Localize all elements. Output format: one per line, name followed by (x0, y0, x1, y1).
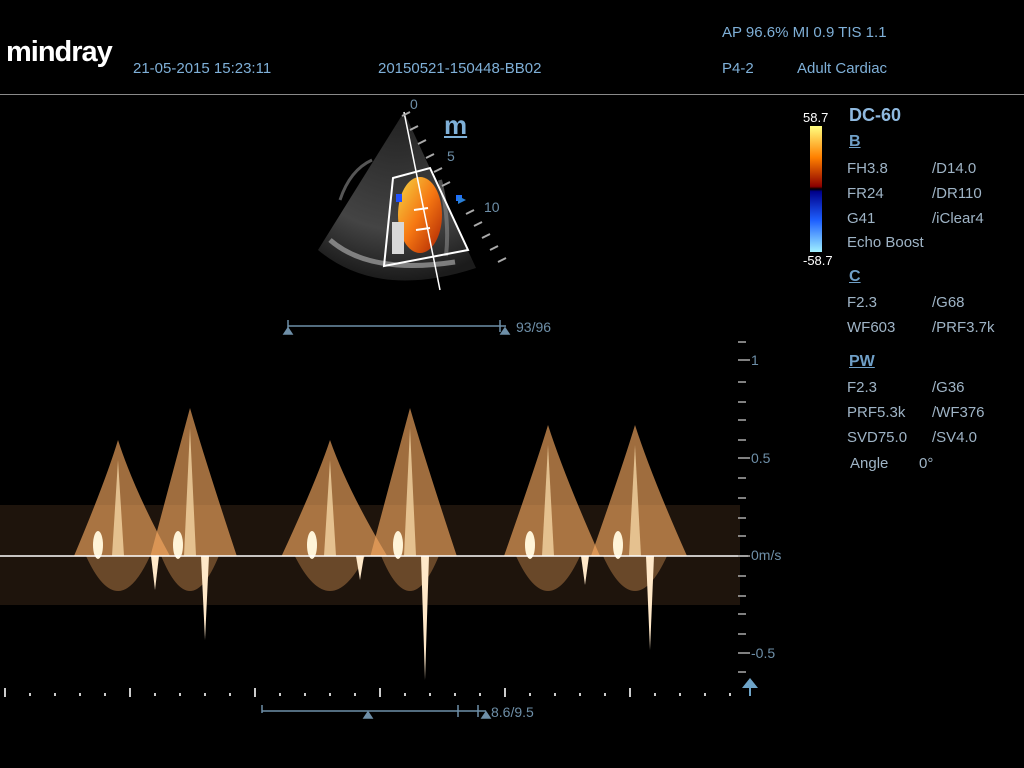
b-param: /D14.0 (932, 160, 977, 177)
time-tick (104, 693, 106, 696)
pw-doppler-spectrum (0, 408, 740, 680)
depth-label-10: 10 (484, 199, 500, 215)
time-tick (629, 688, 631, 697)
time-tick (579, 693, 581, 696)
c-param: F2.3 (847, 294, 878, 311)
velocity-label-1: 1 (751, 352, 759, 368)
pw-param: SVD75.0 (847, 429, 908, 446)
time-tick (179, 693, 181, 696)
time-tick (329, 693, 331, 696)
echo-boost-label: Echo Boost (847, 234, 924, 251)
time-tick (304, 693, 306, 696)
b-param: G41 (847, 210, 876, 227)
pw-param: F2.3 (847, 379, 878, 396)
depth-label-5: 5 (447, 148, 455, 164)
time-tick (479, 693, 481, 696)
time-tick (704, 693, 706, 696)
c-param: WF603 (847, 319, 896, 336)
time-tick (729, 693, 731, 696)
pw-param: PRF5.3k (847, 404, 906, 421)
velocity-label-neg-0-5: -0.5 (751, 645, 776, 661)
section-pw-title[interactable]: PW (849, 353, 875, 371)
time-tick (279, 693, 281, 696)
angle-value: 0° (919, 455, 934, 472)
time-tick (204, 693, 206, 696)
pw-param: /G36 (932, 379, 965, 396)
m-mode-marker: m (444, 110, 468, 140)
time-tick (404, 693, 406, 696)
preset-name: DC-60 (849, 105, 902, 125)
valve-click-artifact (613, 531, 623, 559)
c-param: /PRF3.7k (932, 319, 995, 336)
time-tick (429, 693, 431, 696)
time-axis (4, 688, 731, 697)
color-scale-max: 58.7 (803, 110, 829, 125)
b-param: /DR110 (932, 185, 982, 202)
pw-param: /WF376 (932, 404, 985, 421)
valve-click-artifact (307, 531, 317, 559)
time-tick (554, 693, 556, 696)
section-c-title[interactable]: C (849, 268, 861, 286)
time-tick (454, 693, 456, 696)
section-b-title[interactable]: B (849, 133, 861, 151)
time-tick (529, 693, 531, 696)
time-tick (229, 693, 231, 696)
color-scale-bar (810, 126, 822, 252)
time-tick (154, 693, 156, 696)
c-param: /G68 (932, 294, 965, 311)
pw-param: /SV4.0 (932, 429, 978, 446)
time-tick (654, 693, 656, 696)
sweep-counter: 8.6/9.5 (491, 704, 534, 720)
baseline-arrow-icon[interactable] (742, 678, 758, 688)
valve-click-artifact (173, 531, 183, 559)
cine-scroll-bar[interactable] (282, 320, 511, 335)
b-param: /iClear4 (932, 210, 984, 227)
time-tick (504, 688, 506, 697)
b-param: FR24 (847, 185, 884, 202)
velocity-label-baseline: 0m/s (751, 547, 782, 563)
angle-label: Angle (850, 455, 889, 472)
reverse-flow-spike (421, 556, 429, 680)
time-tick (54, 693, 56, 696)
time-tick (4, 688, 6, 697)
valve-click-artifact (525, 531, 535, 559)
time-tick (129, 688, 131, 697)
sweep-scroll-bar[interactable] (261, 705, 492, 719)
color-scale-min: -58.7 (803, 253, 833, 268)
valve-click-artifact (93, 531, 103, 559)
time-tick (379, 688, 381, 697)
time-tick (354, 693, 356, 696)
valve-click-artifact (393, 531, 403, 559)
time-tick (604, 693, 606, 696)
b-param: FH3.8 (847, 160, 888, 177)
time-tick (679, 693, 681, 696)
time-tick (29, 693, 31, 696)
depth-label-0: 0 (410, 96, 418, 112)
cine-counter: 93/96 (516, 319, 552, 335)
velocity-label-0-5: 0.5 (751, 450, 771, 466)
time-tick (79, 693, 81, 696)
time-tick (254, 688, 256, 697)
